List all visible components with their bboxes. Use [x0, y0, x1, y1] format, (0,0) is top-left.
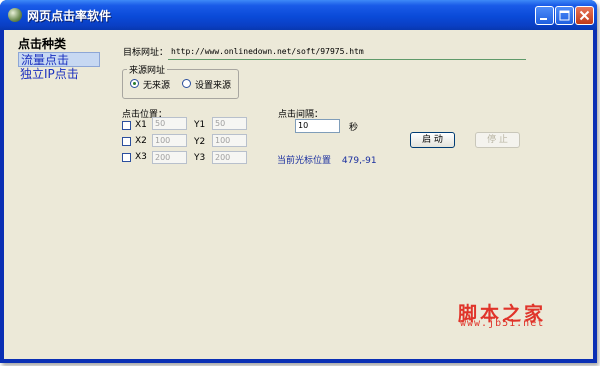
start-button[interactable]: 启 动	[410, 132, 455, 148]
target-url-input[interactable]: http://www.onlinedown.net/soft/97975.htm	[171, 47, 364, 56]
cursor-position-label: 当前光标位置	[277, 156, 332, 166]
interval-unit: 秒	[349, 123, 359, 133]
y1-input[interactable]: 50	[212, 117, 247, 130]
title-bar[interactable]: 网页点击率软件	[0, 0, 597, 30]
y2-label: Y2	[194, 137, 206, 147]
y3-input[interactable]: 200	[212, 151, 247, 164]
set-source-radio[interactable]	[182, 79, 191, 88]
x3-input[interactable]: 200	[152, 151, 187, 164]
source-group-label: 来源网址	[127, 63, 168, 76]
close-button[interactable]	[575, 6, 594, 25]
stop-button[interactable]: 停 止	[475, 132, 520, 148]
position-2-checkbox[interactable]	[122, 137, 131, 146]
close-icon	[579, 10, 590, 21]
maximize-button[interactable]	[555, 6, 574, 25]
set-source-label: 设置来源	[195, 81, 232, 91]
cursor-position-value: 479,-91	[341, 156, 377, 166]
x1-input[interactable]: 50	[152, 117, 187, 130]
y2-input[interactable]: 100	[212, 134, 247, 147]
minimize-button[interactable]	[535, 6, 554, 25]
x1-label: X1	[135, 120, 147, 130]
position-1-checkbox[interactable]	[122, 121, 131, 130]
target-url-underline	[168, 59, 526, 60]
sidebar-item-unique-ip-click[interactable]: 独立IP点击	[18, 67, 100, 82]
watermark-url: www.jb51.net	[460, 318, 545, 329]
x2-label: X2	[135, 136, 147, 146]
x2-input[interactable]: 100	[152, 134, 187, 147]
interval-input[interactable]: 10	[295, 119, 340, 133]
cursor-position-readout: 当前光标位置 479,-91	[277, 153, 377, 166]
y1-label: Y1	[194, 120, 206, 130]
no-source-radio[interactable]	[130, 79, 139, 88]
click-type-heading: 点击种类	[18, 37, 67, 51]
minimize-icon	[540, 18, 547, 20]
y3-label: Y3	[194, 153, 206, 163]
sidebar-item-traffic-click[interactable]: 流量点击	[18, 52, 100, 67]
x3-label: X3	[135, 152, 147, 162]
position-3-checkbox[interactable]	[122, 153, 131, 162]
window-title: 网页点击率软件	[27, 9, 112, 23]
target-url-label: 目标网址：	[123, 48, 169, 58]
app-icon	[8, 8, 22, 22]
no-source-label: 无来源	[143, 81, 171, 91]
maximize-icon	[559, 10, 570, 21]
